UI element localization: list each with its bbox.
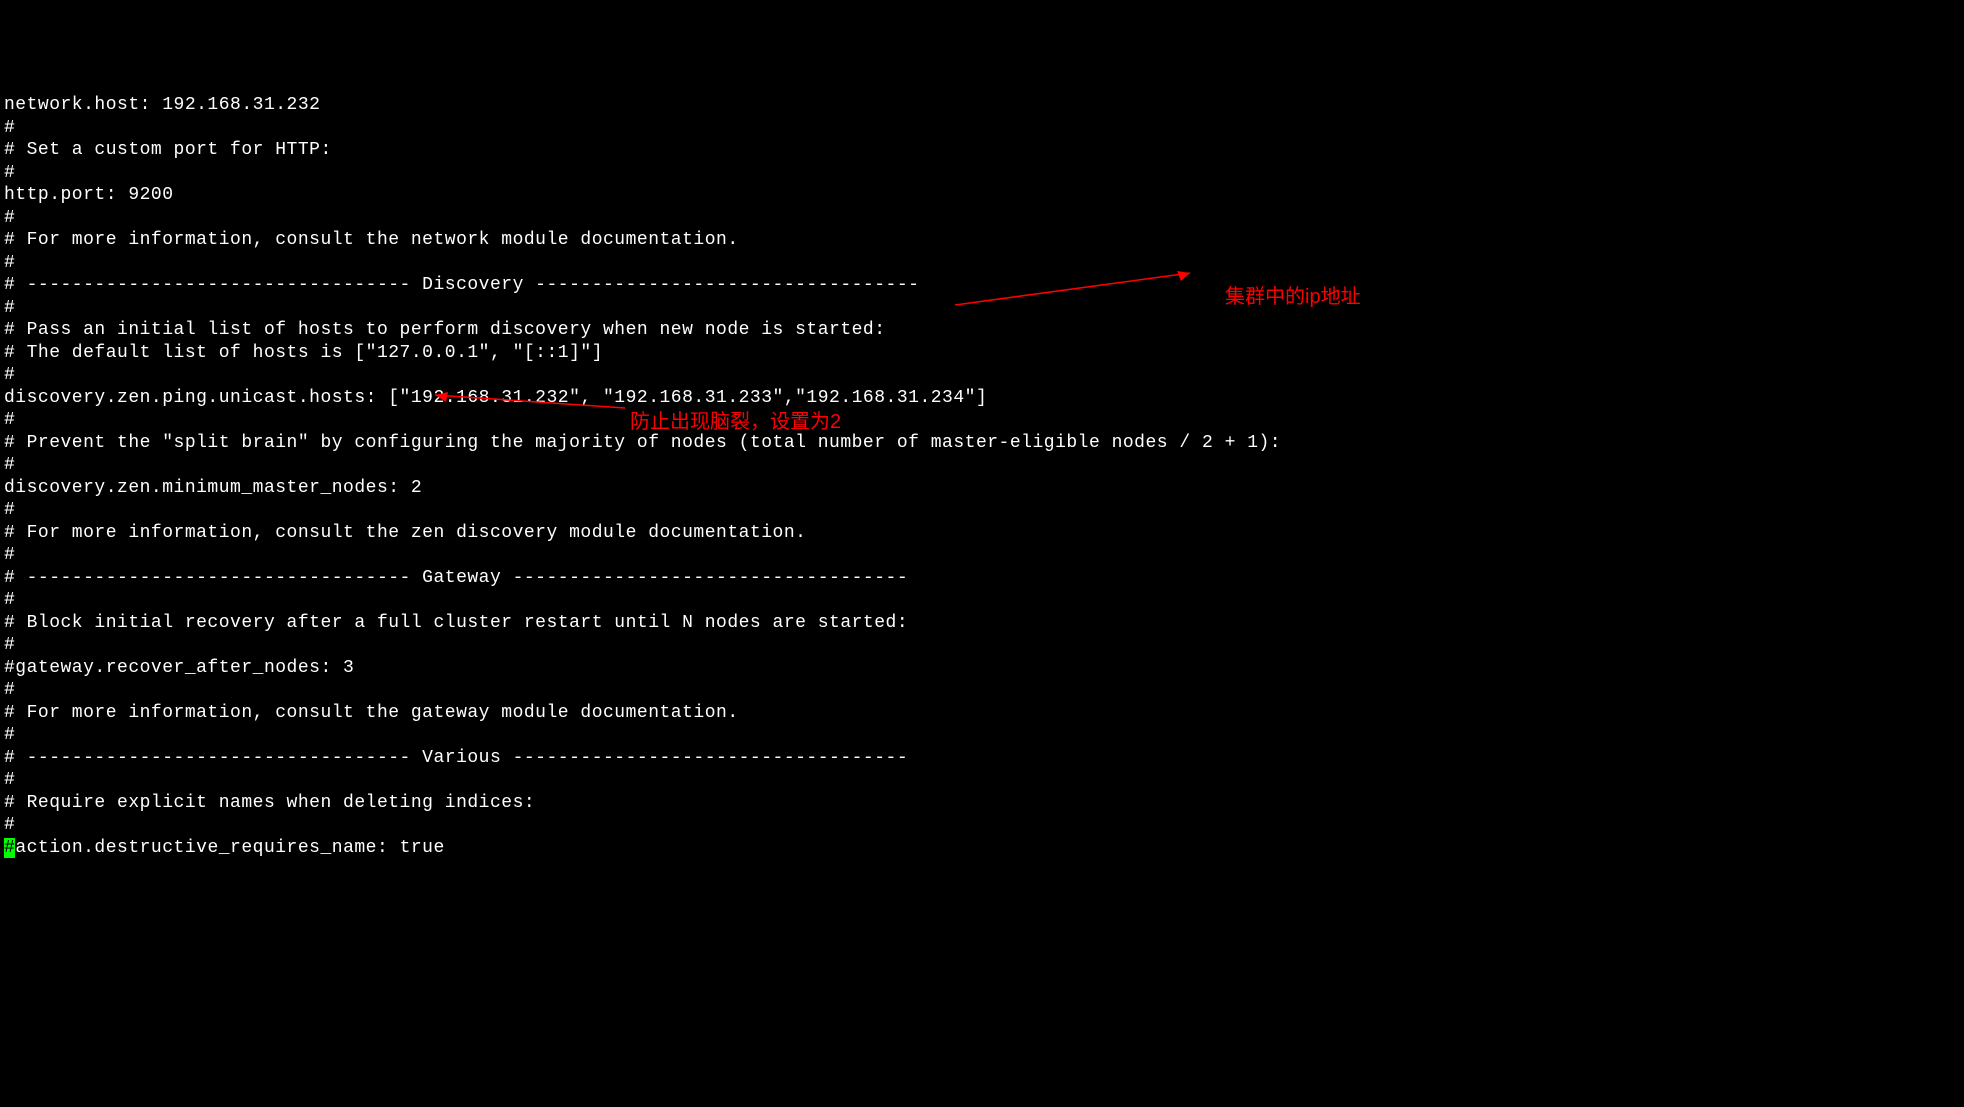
annotation-cluster-ip: 集群中的ip地址	[1225, 285, 1361, 310]
annotation-split-brain: 防止出现脑裂，设置为2	[630, 410, 841, 435]
config-line: #	[4, 163, 15, 183]
terminal-output[interactable]: network.host: 192.168.31.232 # # Set a c…	[4, 94, 1960, 859]
config-line: #	[4, 118, 15, 138]
config-line: # For more information, consult the netw…	[4, 230, 739, 250]
config-line: # Prevent the "split brain" by configuri…	[4, 433, 1281, 453]
config-line: #	[4, 590, 15, 610]
config-line: #gateway.recover_after_nodes: 3	[4, 658, 354, 678]
config-line: discovery.zen.minimum_master_nodes: 2	[4, 478, 422, 498]
config-line: #	[4, 815, 15, 835]
config-line: http.port: 9200	[4, 185, 174, 205]
config-line: # For more information, consult the zen …	[4, 523, 806, 543]
config-line: #	[4, 253, 15, 273]
config-line: #	[4, 680, 15, 700]
config-line: #	[4, 635, 15, 655]
config-line: #	[4, 455, 15, 475]
config-line: network.host: 192.168.31.232	[4, 95, 320, 115]
config-line: #	[4, 365, 15, 385]
config-line: # The default list of hosts is ["127.0.0…	[4, 343, 603, 363]
config-line: discovery.zen.ping.unicast.hosts: ["192.…	[4, 388, 987, 408]
config-line: action.destructive_requires_name: true	[15, 838, 444, 858]
config-line: #	[4, 208, 15, 228]
config-line: # Pass an initial list of hosts to perfo…	[4, 320, 886, 340]
config-line: #	[4, 298, 15, 318]
config-line: #	[4, 545, 15, 565]
config-line: #	[4, 500, 15, 520]
config-line: # Require explicit names when deleting i…	[4, 793, 535, 813]
cursor: #	[4, 838, 15, 858]
config-line: # ---------------------------------- Var…	[4, 748, 908, 768]
config-line: # Set a custom port for HTTP:	[4, 140, 332, 160]
config-line: # ---------------------------------- Gat…	[4, 568, 908, 588]
config-line: #	[4, 410, 15, 430]
config-line: # ---------------------------------- Dis…	[4, 275, 919, 295]
config-line: # For more information, consult the gate…	[4, 703, 739, 723]
config-line: #	[4, 770, 15, 790]
config-line: # Block initial recovery after a full cl…	[4, 613, 908, 633]
config-line: #	[4, 725, 15, 745]
